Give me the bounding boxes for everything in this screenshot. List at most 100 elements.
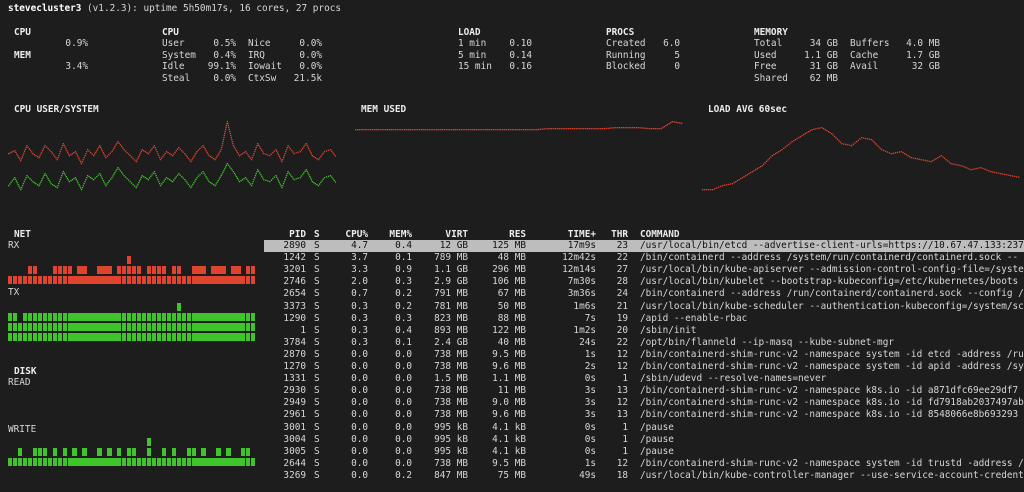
- graph-dot: [763, 163, 765, 165]
- table-row[interactable]: 1331 S 0.0 0.0 1.5 MB 1.1 MB 0s 1/sbin/udevd --…: [264, 373, 1024, 385]
- graph-dot: [528, 129, 530, 131]
- table-row[interactable]: 2930 S 0.0 0.0 738 MB 11 MB 3s 13/bin/container…: [264, 385, 1024, 397]
- cell-state: S: [314, 445, 320, 457]
- graph-dot: [947, 160, 949, 162]
- graph-dot: [47, 148, 49, 150]
- graph-dot: [804, 133, 806, 135]
- bar-segment: [171, 313, 177, 321]
- bar-segment: [57, 266, 62, 274]
- graph-dot: [288, 146, 290, 148]
- graph-dot: [94, 177, 96, 179]
- bar-segment: [221, 458, 226, 466]
- table-row[interactable]: 3269 S 0.0 0.2 847 MB 75 MB 49s 18/usr/local/bi…: [264, 470, 1024, 482]
- graph-dot: [151, 148, 153, 150]
- table-row[interactable]: 1 S 0.3 0.4 893 MB 122 MB 1m2s 20/sbin/init: [264, 325, 1024, 337]
- graph-dot: [269, 181, 271, 183]
- table-row[interactable]: 1290 S 0.3 0.3 823 MB 88 MB 7s 19/apid --enable…: [264, 313, 1024, 325]
- table-row[interactable]: 3001 S 0.0 0.0 995 kB 4.1 kB 0s 1/pause: [264, 422, 1024, 434]
- graph-dot: [331, 176, 333, 178]
- graph-dot: [456, 129, 459, 131]
- bar-segment: [62, 333, 67, 341]
- graph-dot: [753, 170, 755, 172]
- bar-segment: [196, 323, 201, 331]
- graph-dot: [283, 181, 285, 183]
- bar-segment: [52, 313, 57, 321]
- graph-dot: [248, 155, 250, 158]
- cell-state: S: [314, 300, 320, 312]
- bar-segment: [122, 323, 127, 331]
- graph-dot: [231, 139, 233, 141]
- table-row[interactable]: 3005 S 0.0 0.0 995 kB 4.1 kB 0s 1/pause: [264, 446, 1024, 458]
- graph-dot: [59, 179, 61, 181]
- graph-dot: [47, 178, 49, 180]
- bar-segment: [231, 458, 236, 466]
- table-row[interactable]: 3373 S 0.3 0.2 781 MB 50 MB 1m6s 21/usr/local/b…: [264, 301, 1024, 313]
- table-row[interactable]: 3201 S 3.3 0.9 1.1 GB 296 MB 12m14s 27/usr/loca…: [264, 264, 1024, 276]
- graph-dot: [67, 151, 69, 153]
- graph-dot: [191, 159, 193, 161]
- graph-dot: [892, 152, 895, 154]
- cell-state: S: [314, 361, 320, 372]
- graph-dot: [778, 151, 780, 153]
- load-value: 0.16: [509, 61, 532, 72]
- graph-dot: [628, 127, 630, 129]
- bar-segment: [107, 323, 112, 331]
- graph-dot: [176, 174, 179, 176]
- graph-dot: [851, 145, 853, 147]
- graph-dot: [150, 175, 152, 178]
- table-row[interactable]: 2961 S 0.0 0.0 738 MB 9.6 MB 3s 13/bin/containe…: [264, 409, 1024, 421]
- table-row[interactable]: 2870 S 0.0 0.0 738 MB 9.5 MB 1s 12/bin/containe…: [264, 349, 1024, 361]
- hostname: stevecluster3: [8, 3, 82, 14]
- bar-segment: [97, 458, 102, 466]
- bar-segment: [141, 323, 147, 331]
- cell-threads: 28: [616, 276, 628, 288]
- table-row[interactable]: 2890 S 4.7 0.4 12 GB 125 MB 17m9s 23/usr/local/…: [264, 240, 1024, 252]
- graph-dot: [261, 149, 263, 151]
- bar-segment: [102, 276, 107, 284]
- graph-dot: [291, 149, 293, 152]
- table-row[interactable]: 1270 S 0.0 0.0 738 MB 9.6 MB 2s 12/bin/containe…: [264, 361, 1024, 373]
- graph-dot: [218, 178, 220, 180]
- bar-segment: [57, 313, 62, 321]
- graph-dot: [948, 161, 951, 163]
- graph-dot: [473, 129, 476, 131]
- bar-segment: [127, 276, 132, 284]
- graph-dot: [758, 167, 760, 169]
- bar-segment: [191, 276, 196, 284]
- bar-segment: [176, 333, 181, 341]
- graph-dot: [22, 154, 24, 156]
- graph-dot: [321, 180, 323, 182]
- bar-segment: [92, 333, 97, 341]
- cpu-stat-label: Iowait: [248, 61, 282, 72]
- table-row[interactable]: 2644 S 0.0 0.0 738 MB 9.5 MB 1s 12/bin/containe…: [264, 458, 1024, 470]
- table-row[interactable]: 2949 S 0.0 0.0 738 MB 9.0 MB 3s 12/bin/containe…: [264, 397, 1024, 409]
- graph-dot: [924, 159, 926, 162]
- table-row[interactable]: 3004 S 0.0 0.0 995 kB 4.1 kB 0s 1/pause: [264, 434, 1024, 446]
- graph-dot: [673, 121, 675, 123]
- graph-dot: [196, 151, 198, 153]
- table-row[interactable]: 2654 S 0.7 0.2 791 MB 67 MB 3m36s 24/bin/contai…: [264, 288, 1024, 300]
- graph-dot: [202, 171, 204, 173]
- graph-dot: [287, 145, 289, 147]
- graph-dot: [251, 159, 253, 161]
- cell-res: 11 MB: [497, 385, 526, 397]
- bar-segment: [122, 313, 127, 321]
- graph-dot: [377, 129, 379, 131]
- graph-dot: [1000, 173, 1002, 175]
- graph-dot: [670, 122, 672, 124]
- graph-dot: [849, 144, 851, 146]
- graph-dot: [503, 129, 506, 131]
- cell-command: /bin/containerd-shim-runc-v2 -namespace …: [640, 348, 1024, 360]
- graph-dot: [634, 127, 636, 129]
- bar-segment: [17, 333, 23, 341]
- bar-segment: [27, 266, 33, 274]
- table-row[interactable]: 2746 S 2.0 0.3 2.9 GB 106 MB 7m30s 28/usr/local…: [264, 276, 1024, 288]
- graph-dot: [240, 180, 242, 182]
- graph-dot: [282, 159, 284, 161]
- table-row[interactable]: 1242 S 3.7 0.1 789 MB 48 MB 12m42s 22/bin/conta…: [264, 252, 1024, 264]
- bar-segment: [8, 323, 13, 331]
- table-row[interactable]: 3784 S 0.3 0.1 2.4 GB 40 MB 24s 22/opt/bin/flan…: [264, 337, 1024, 349]
- graph-dot: [121, 145, 123, 148]
- graph-dot: [258, 170, 260, 172]
- graph-dot: [415, 129, 417, 131]
